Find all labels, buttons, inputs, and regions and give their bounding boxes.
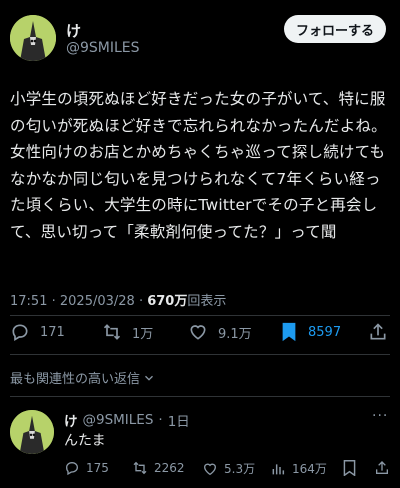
display-name[interactable]: け	[66, 20, 81, 41]
reply-button[interactable]: 171	[10, 322, 65, 342]
reply-separator: ·	[158, 412, 163, 428]
view-label: 回表示	[187, 294, 227, 309]
avatar-image-icon	[10, 15, 56, 61]
bookmark-count: 8597	[308, 324, 342, 340]
like-count: 9.1万	[218, 326, 252, 342]
avatar-image-icon	[10, 410, 54, 454]
meta-separator: ·	[51, 294, 60, 309]
chevron-down-icon	[145, 375, 153, 381]
post-meta: 17:51 · 2025/03/28 · 670万回表示	[10, 290, 226, 309]
heart-icon	[190, 325, 206, 340]
tweet-text: 小学生の頃死ぬほど好きだった女の子がいて、特に服の匂いが死ぬほど好きで忘れられな…	[10, 90, 387, 241]
reply-reply-count: 175	[86, 461, 109, 475]
like-button[interactable]: 9.1万	[188, 322, 252, 342]
repost-icon	[103, 324, 121, 340]
action-bar: 171 1万 9.1万 8597	[0, 322, 400, 346]
divider	[10, 354, 390, 355]
post-date[interactable]: 2025/03/28	[60, 294, 135, 309]
reply-views-button[interactable]: 164万	[270, 460, 327, 477]
reply-time[interactable]: 1日	[168, 410, 190, 430]
reply-icon	[12, 324, 28, 341]
reply-sort-label: 最も関連性の高い返信	[10, 372, 141, 387]
reply-header: け @9SMILES · 1日	[64, 410, 190, 430]
repost-button[interactable]: 1万	[102, 322, 153, 342]
reply-reply-button[interactable]: 175	[64, 460, 109, 476]
post-time[interactable]: 17:51	[10, 294, 47, 309]
reply-sort-dropdown[interactable]: 最も関連性の高い返信	[10, 368, 156, 387]
divider	[10, 315, 390, 316]
meta-separator: ·	[138, 294, 148, 309]
reply-icon	[65, 461, 79, 476]
repost-count: 1万	[132, 326, 154, 342]
reply-view-count: 164万	[292, 462, 327, 476]
reply-text: んたま	[64, 433, 106, 449]
heart-icon	[203, 463, 217, 475]
user-handle[interactable]: @9SMILES	[66, 40, 140, 56]
reply-share-button[interactable]	[374, 460, 390, 476]
bookmark-icon	[343, 460, 356, 476]
reply-repost-count: 2262	[154, 461, 185, 475]
more-options-icon[interactable]: ···	[372, 408, 388, 424]
follow-button[interactable]: フォローする	[284, 15, 386, 43]
reply-avatar[interactable]	[10, 410, 54, 454]
view-count: 670万	[147, 294, 188, 309]
reply-like-button[interactable]: 5.3万	[202, 460, 255, 477]
reply-like-count: 5.3万	[224, 462, 256, 476]
reply-repost-button[interactable]: 2262	[132, 460, 185, 476]
bookmark-button[interactable]: 8597	[280, 322, 341, 342]
reply-display-name[interactable]: け	[64, 410, 78, 430]
reply-handle[interactable]: @9SMILES	[83, 412, 154, 428]
repost-icon	[133, 461, 147, 475]
bookmark-icon	[282, 322, 296, 342]
share-icon	[376, 461, 388, 474]
reply-count: 171	[40, 324, 65, 340]
share-button[interactable]	[368, 322, 388, 342]
divider	[10, 396, 390, 397]
share-icon	[370, 323, 386, 340]
views-icon	[272, 463, 285, 474]
avatar[interactable]	[10, 15, 56, 61]
reply-bookmark-button[interactable]	[342, 460, 357, 476]
